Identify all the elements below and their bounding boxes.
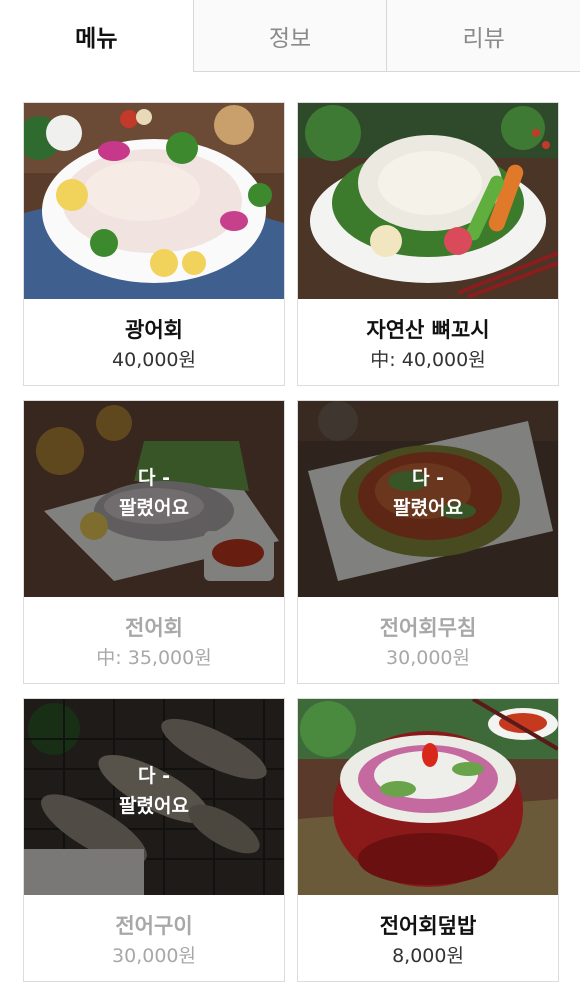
menu-item-name: 전어회무침 — [379, 616, 477, 640]
menu-item-price: 40,000원 — [112, 349, 196, 371]
menu-item-card[interactable]: 다 - 팔렸어요 전어회무침 30,000원 — [297, 400, 559, 684]
menu-item-card[interactable]: 전어회덮밥 8,000원 — [297, 698, 559, 982]
menu-item-photo — [24, 103, 284, 299]
menu-item-name: 전어회 — [125, 616, 183, 640]
menu-item-name: 전어구이 — [115, 914, 193, 938]
menu-item-card[interactable]: 자연산 뼈꼬시 中: 40,000원 — [297, 102, 559, 386]
menu-item-price: 8,000원 — [392, 945, 464, 967]
tab-reviews[interactable]: 리뷰 — [386, 0, 580, 72]
sold-out-label: 다 - 팔렸어요 — [119, 765, 189, 817]
menu-item-card[interactable]: 광어회 40,000원 — [23, 102, 285, 386]
menu-item-card[interactable]: 다 - 팔렸어요 전어구이 30,000원 — [23, 698, 285, 982]
sold-out-label: 다 - 팔렸어요 — [119, 467, 189, 519]
menu-item-price: 30,000원 — [112, 945, 196, 967]
tab-bar: 메뉴 정보 리뷰 — [0, 0, 580, 72]
menu-item-photo — [298, 103, 558, 299]
tab-menu[interactable]: 메뉴 — [0, 0, 193, 72]
menu-item-price: 30,000원 — [386, 647, 470, 669]
menu-item-card[interactable]: 다 - 팔렸어요 전어회 中: 35,000원 — [23, 400, 285, 684]
menu-item-name: 광어회 — [125, 318, 183, 342]
menu-item-name: 전어회덮밥 — [379, 914, 477, 938]
menu-item-photo — [298, 699, 558, 895]
menu-item-price: 中: 35,000원 — [96, 647, 212, 669]
menu-item-price: 中: 40,000원 — [370, 349, 486, 371]
menu-item-name: 자연산 뼈꼬시 — [366, 318, 490, 342]
tab-info[interactable]: 정보 — [192, 0, 387, 72]
sold-out-label: 다 - 팔렸어요 — [393, 467, 463, 519]
